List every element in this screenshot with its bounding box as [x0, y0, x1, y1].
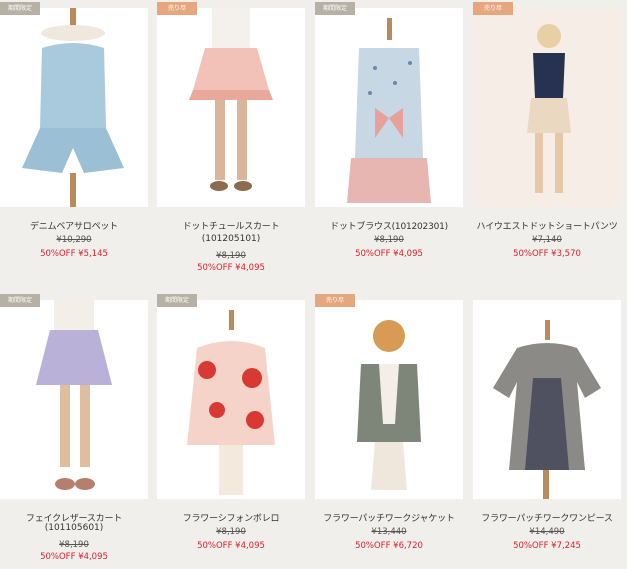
product-name[interactable]: ドットブラウス(101202301) [315, 219, 463, 232]
product-card[interactable]: 期間限定 デニムベアサロペット ¥10,290 50%OFF ¥5,145 [0, 0, 148, 280]
sale-price: 50%OFF ¥4,095 [197, 541, 265, 551]
product-name[interactable]: デニムベアサロペット [0, 219, 148, 232]
product-image[interactable] [157, 300, 305, 499]
product-card[interactable]: 売り尽 フラワーパッチワークジャケット ¥13,440 50%OFF ¥6,72… [315, 292, 463, 569]
sale-price: 50%OFF ¥4,095 [197, 263, 265, 273]
product-name[interactable]: ハイウエストドットショートパンツ [473, 219, 621, 232]
product-card[interactable]: 売り尽 ハイウエストドットショートパンツ ¥7,140 50%OFF ¥3,57… [473, 0, 621, 280]
model-skirt-icon [36, 300, 112, 490]
product-card[interactable]: 期間限定 ドットブラウス(101202301) ¥8,190 50%OFF ¥4… [315, 0, 463, 280]
model-shorts-icon [473, 8, 621, 207]
dress-form-icon [493, 320, 601, 499]
limited-tag: 期間限定 [315, 2, 355, 15]
original-price: ¥8,190 [216, 527, 246, 537]
sellout-tag: 売り尽 [157, 2, 197, 15]
original-price: ¥14,490 [529, 527, 565, 537]
sale-price: 50%OFF ¥3,570 [513, 249, 581, 259]
dress-form-icon [347, 18, 431, 203]
product-name[interactable]: フラワーパッチワークワンピース [473, 511, 621, 524]
product-name[interactable]: フラワーパッチワークジャケット [315, 511, 463, 524]
sale-price: 50%OFF ¥4,095 [40, 552, 108, 562]
product-card[interactable]: 期間限定 フラワーシフォンボレロ ¥8,190 50%OFF ¥4,095 [157, 292, 305, 569]
product-name[interactable]: ドットチュールスカート [157, 219, 305, 232]
sale-price: 50%OFF ¥5,145 [40, 249, 108, 259]
sellout-tag: 売り尽 [315, 294, 355, 307]
product-card[interactable]: 売り尽 ドットチュールスカート (101205101) ¥8,190 50%OF… [157, 0, 305, 280]
product-image[interactable] [0, 8, 148, 207]
product-image[interactable] [473, 8, 621, 207]
product-image[interactable] [157, 8, 305, 207]
original-price: ¥8,190 [216, 251, 246, 261]
sellout-tag: 売り尽 [473, 2, 513, 15]
product-grid: 期間限定 デニムベアサロペット ¥10,290 50%OFF ¥5,145 売り… [0, 0, 627, 569]
product-card[interactable]: 期間限定 フェイクレザースカート (101105601) ¥8,190 50%O… [0, 292, 148, 569]
product-image[interactable] [473, 300, 621, 499]
model-jacket-icon [357, 320, 421, 490]
original-price: ¥8,190 [59, 540, 89, 550]
product-name[interactable]: フラワーシフォンボレロ [157, 511, 305, 524]
original-price: ¥13,440 [371, 527, 407, 537]
product-code: (101105601) [44, 523, 104, 533]
original-price: ¥7,140 [532, 235, 562, 245]
dress-form-icon [187, 310, 275, 495]
dress-form-icon [22, 8, 124, 207]
limited-tag: 期間限定 [0, 2, 40, 15]
sale-price: 50%OFF ¥6,720 [355, 541, 423, 551]
product-image[interactable] [315, 300, 463, 499]
product-image[interactable] [0, 300, 148, 499]
model-skirt-icon [189, 8, 273, 191]
product-image[interactable] [315, 8, 463, 207]
product-code: (101205101) [201, 234, 261, 244]
original-price: ¥8,190 [374, 235, 404, 245]
limited-tag: 期間限定 [157, 294, 197, 307]
limited-tag: 期間限定 [0, 294, 40, 307]
sale-price: 50%OFF ¥4,095 [355, 249, 423, 259]
product-card[interactable]: フラワーパッチワークワンピース ¥14,490 50%OFF ¥7,245 [473, 292, 621, 569]
original-price: ¥10,290 [56, 235, 92, 245]
sale-price: 50%OFF ¥7,245 [513, 541, 581, 551]
